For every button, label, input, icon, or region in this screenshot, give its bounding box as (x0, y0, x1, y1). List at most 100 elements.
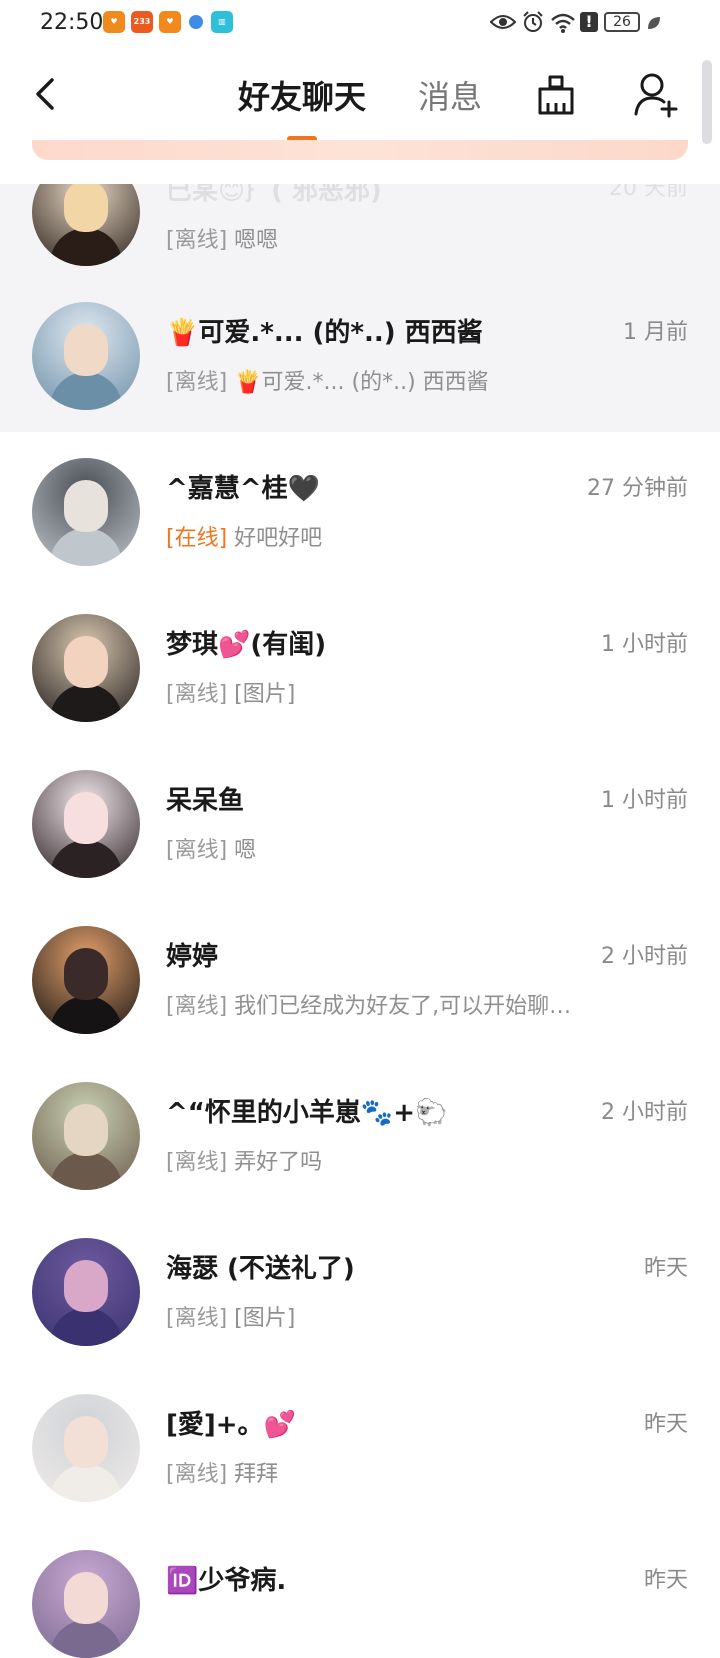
offline-status: [离线] (166, 1150, 228, 1175)
status-bar: 22:50 ♥ 233 ♥ ▥ ! 26 (0, 0, 720, 48)
chat-list-item[interactable]: 海瑟 (不送礼了) 昨天 [离线] [图片] (0, 1212, 720, 1368)
message-preview: [离线] [图片] (166, 676, 295, 708)
message-preview: [离线] 弄好了吗 (166, 1144, 322, 1176)
avatar[interactable] (32, 458, 140, 566)
avatar-face (64, 480, 108, 532)
heart-app-icon: ♥ (159, 11, 181, 33)
message-preview: [离线] 我们已经成为好友了,可以开始聊… (166, 988, 571, 1020)
clear-unread-broom-icon[interactable] (534, 73, 578, 117)
offline-status: [离线] (166, 1462, 228, 1487)
bilibili-233-icon: 233 (131, 11, 153, 33)
chat-list: 巳某😊｝( 邪恶邪) 20 天前 [离线] 嗯嗯 🍟可爱.*... (的*..) 西西… (0, 158, 720, 1658)
header: 好友聊天 消息 (0, 48, 720, 184)
chat-list-item[interactable]: 🆔少爷病. 昨天 (0, 1524, 720, 1658)
message-time: 2 小时前 (601, 1100, 688, 1125)
offline-status: [离线] (166, 994, 228, 1019)
heart-app-icon: ♥ (103, 11, 125, 33)
avatar-face (64, 948, 108, 1000)
message-time: 1 月前 (623, 320, 688, 345)
avatar-face (64, 1572, 108, 1624)
book-icon: ▥ (211, 11, 233, 33)
avatar-body (50, 228, 122, 266)
message-time: 2 小时前 (601, 944, 688, 969)
tab-messages[interactable]: 消息 (418, 72, 482, 118)
offline-status: [离线] (166, 370, 228, 395)
contact-name: 呆呆鱼 (166, 786, 245, 816)
message-time: 27 分钟前 (587, 476, 688, 501)
tab-friend-chat[interactable]: 好友聊天 (238, 72, 366, 118)
message-time: 昨天 (643, 1568, 688, 1593)
preview-text: 我们已经成为好友了,可以开始聊… (227, 994, 572, 1019)
avatar[interactable] (32, 1394, 140, 1502)
message-preview: [在线] 好吧好吧 (166, 520, 322, 552)
preview-text: 🍟可爱.*... (的*..) 西西酱 (227, 370, 489, 395)
contact-name: [愛]+。💕 (166, 1410, 296, 1440)
chat-list-item[interactable]: 婷婷 2 小时前 [离线] 我们已经成为好友了,可以开始聊… (0, 900, 720, 1056)
avatar[interactable] (32, 614, 140, 722)
chat-list-item[interactable]: ^嘉慧^桂🖤 27 分钟前 [在线] 好吧好吧 (0, 432, 720, 588)
avatar-body (50, 1308, 122, 1346)
battery-icon: 26 (604, 12, 640, 32)
message-preview: [离线] 🍟可爱.*... (的*..) 西西酱 (166, 364, 489, 396)
avatar[interactable] (32, 926, 140, 1034)
avatar-body (50, 684, 122, 722)
chat-list-item[interactable]: 🍟可爱.*... (的*..) 西西酱 1 月前 [离线] 🍟可爱.*... (的*… (0, 276, 720, 432)
message-time: 1 小时前 (601, 788, 688, 813)
message-preview: [离线] 嗯嗯 (166, 222, 278, 254)
avatar[interactable] (32, 1550, 140, 1658)
online-status: [在线] (166, 526, 228, 551)
chat-list-item[interactable]: 梦琪💕(有闺) 1 小时前 [离线] [图片] (0, 588, 720, 744)
avatar-body (50, 528, 122, 566)
contact-name: 婷婷 (166, 942, 219, 972)
add-friend-icon[interactable] (634, 72, 678, 118)
preview-text: [图片] (227, 682, 296, 707)
avatar[interactable] (32, 1082, 140, 1190)
wifi-icon (551, 13, 575, 33)
offline-status: [离线] (166, 682, 228, 707)
eye-icon (490, 15, 516, 29)
avatar[interactable] (32, 302, 140, 410)
status-time: 22:50 (40, 10, 104, 35)
offline-status: [离线] (166, 228, 228, 253)
back-icon[interactable] (30, 74, 64, 114)
avatar-face (64, 792, 108, 844)
avatar-body (50, 996, 122, 1034)
scrollbar-thumb[interactable] (702, 60, 712, 144)
contact-name: ^“怀里的小羊崽🐾+🐑 (166, 1098, 448, 1128)
avatar-face (64, 180, 108, 232)
contact-name: 海瑟 (不送礼了) (166, 1254, 355, 1284)
chat-list-item[interactable]: 呆呆鱼 1 小时前 [离线] 嗯 (0, 744, 720, 900)
message-time: 昨天 (643, 1256, 688, 1281)
preview-text: 好吧好吧 (227, 526, 323, 551)
preview-text: 嗯 (227, 838, 257, 863)
contact-name: 梦琪💕(有闺) (166, 630, 327, 660)
leaf-icon (648, 17, 660, 29)
message-time: 1 小时前 (601, 632, 688, 657)
avatar-body (50, 840, 122, 878)
avatar-body (50, 372, 122, 410)
avatar[interactable] (32, 1238, 140, 1346)
avatar-body (50, 1464, 122, 1502)
offline-status: [离线] (166, 838, 228, 863)
avatar-face (64, 1416, 108, 1468)
avatar-face (64, 1260, 108, 1312)
alert-icon: ! (580, 12, 598, 32)
preview-text: [图片] (227, 1306, 296, 1331)
preview-text: 弄好了吗 (227, 1150, 323, 1175)
avatar-face (64, 1104, 108, 1156)
chat-list-item[interactable]: ^“怀里的小羊崽🐾+🐑 2 小时前 [离线] 弄好了吗 (0, 1056, 720, 1212)
contact-name: 🍟可爱.*... (的*..) 西西酱 (166, 318, 483, 348)
message-preview: [离线] 嗯 (166, 832, 256, 864)
planet-icon (189, 15, 203, 29)
chat-list-item[interactable]: [愛]+。💕 昨天 [离线] 拜拜 (0, 1368, 720, 1524)
avatar-body (50, 1620, 122, 1658)
contact-name: ^嘉慧^桂🖤 (166, 474, 320, 504)
avatar[interactable] (32, 770, 140, 878)
preview-text: 嗯嗯 (227, 228, 279, 253)
message-preview: [离线] [图片] (166, 1300, 295, 1332)
avatar-face (64, 636, 108, 688)
message-time: 昨天 (643, 1412, 688, 1437)
offline-status: [离线] (166, 1306, 228, 1331)
promo-banner-strip[interactable] (32, 140, 688, 160)
avatar-body (50, 1152, 122, 1190)
